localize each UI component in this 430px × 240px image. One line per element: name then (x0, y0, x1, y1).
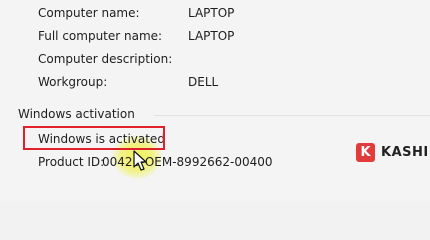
system-properties-panel: Computer name: LAPTOP Full computer name… (0, 0, 430, 201)
workgroup-value: DELL (188, 75, 219, 89)
full-computer-name-label: Full computer name: (38, 29, 163, 43)
computer-name-label: Computer name: (38, 6, 140, 20)
section-divider (154, 115, 430, 116)
kashi-brand-text: KASHI (381, 144, 429, 160)
kashi-logo-icon: K (356, 142, 375, 162)
product-id-label: Product ID: (38, 155, 105, 169)
workgroup-label: Workgroup: (38, 75, 108, 89)
windows-activation-heading: Windows activation (18, 107, 135, 121)
computer-description-label: Computer description: (38, 52, 173, 66)
annotation-highlight-box (23, 126, 165, 150)
computer-name-value: LAPTOP (188, 6, 235, 20)
mouse-pointer-icon (133, 150, 147, 171)
full-computer-name-value: LAPTOP (188, 29, 235, 43)
product-id-value: 00426-OEM-8992662-00400 (102, 155, 273, 169)
kashi-watermark: K KASHI (356, 142, 429, 162)
